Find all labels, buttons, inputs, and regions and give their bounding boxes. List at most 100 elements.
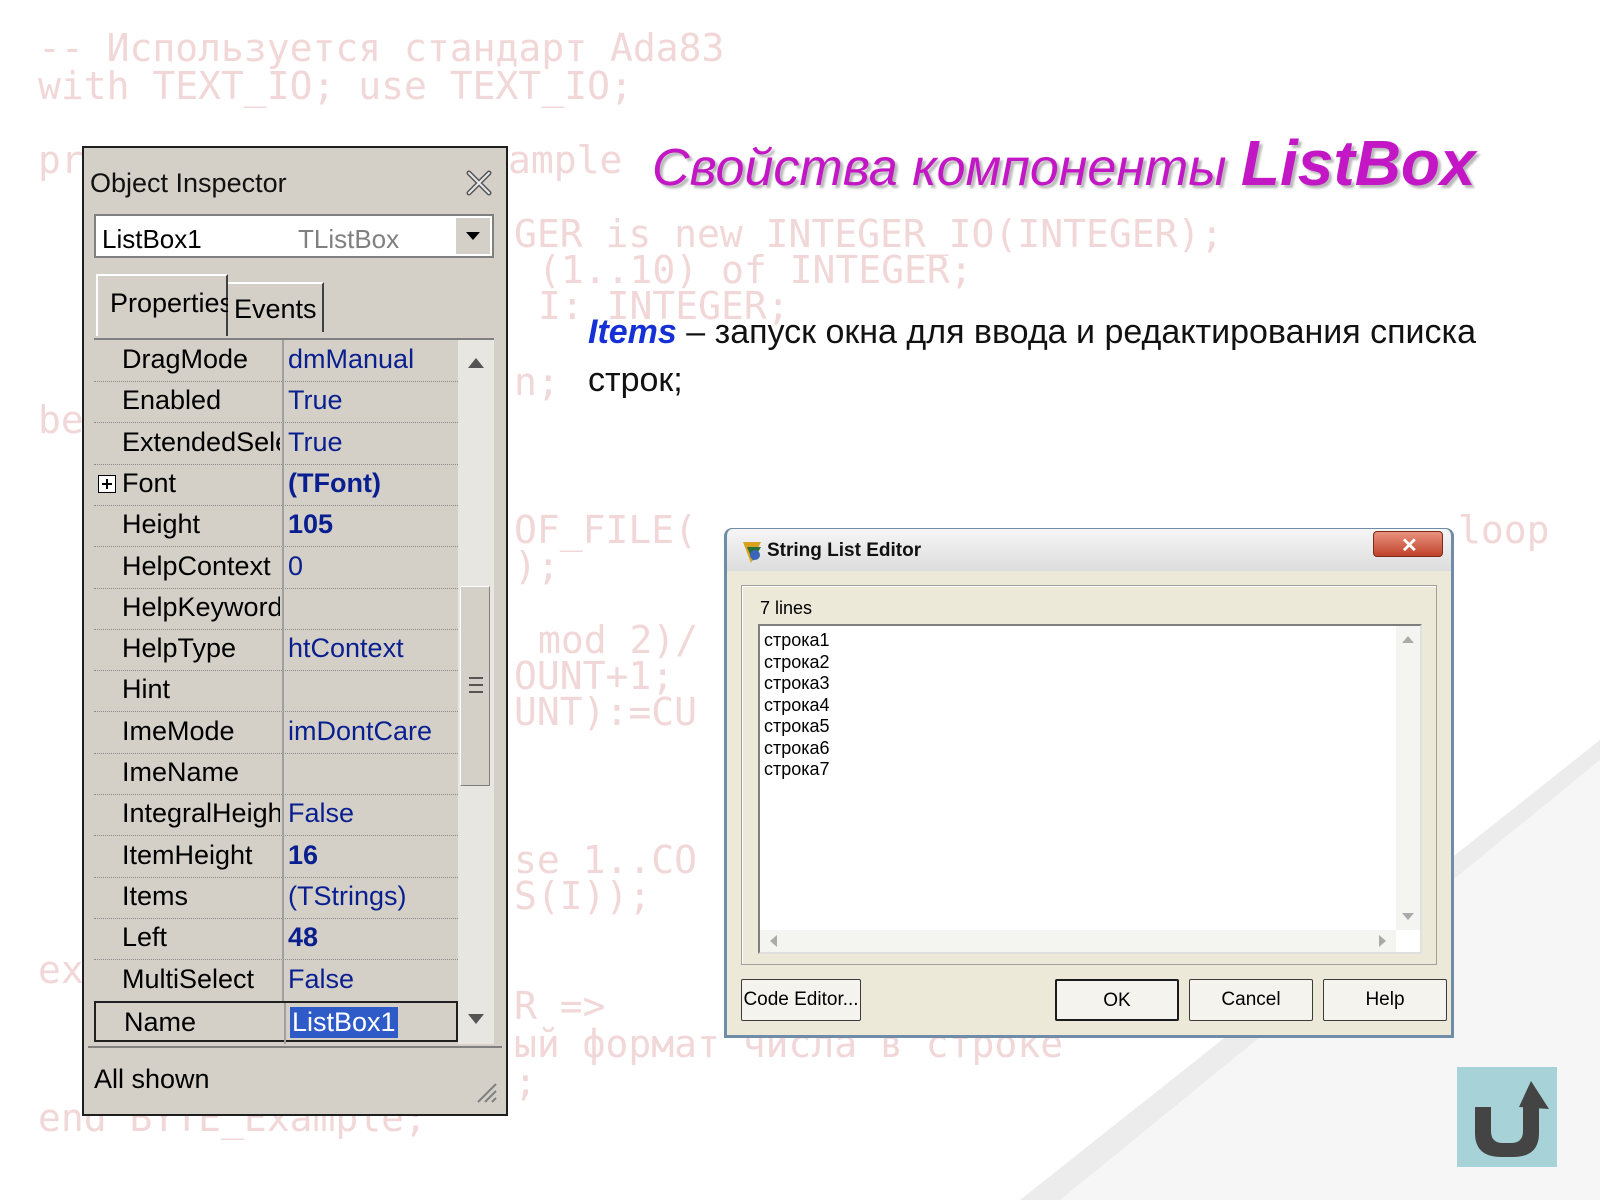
vertical-scrollbar[interactable] [1396, 626, 1420, 930]
property-row[interactable]: Enabled True [94, 381, 458, 424]
code-line: ample [508, 138, 623, 182]
list-item: строка1 [764, 630, 830, 650]
property-value[interactable]: imDontCare [288, 716, 432, 747]
description-text: – запуск окна для ввода и редактирования… [588, 313, 1477, 399]
slide-description: Items – запуск окна для ввода и редактир… [588, 308, 1528, 404]
column-divider [282, 546, 284, 588]
cancel-button[interactable]: Cancel [1189, 979, 1313, 1021]
property-row[interactable]: IntegralHeight False [94, 794, 458, 837]
status-text: All shown [94, 1064, 210, 1094]
code-line: OUNT+1; [514, 654, 675, 698]
resize-grip-icon[interactable] [472, 1078, 498, 1104]
dialog-title: String List Editor [767, 540, 922, 561]
lines-editor[interactable]: строка1 строка2 строка3 строка4 строка5 строк… [758, 624, 1422, 954]
property-name: Items [122, 880, 189, 911]
code-line: ; [514, 1060, 537, 1104]
dropdown-button[interactable] [455, 218, 490, 254]
column-divider [282, 959, 284, 1001]
close-button[interactable]: ✕ [1373, 531, 1443, 557]
column-divider [282, 629, 284, 671]
property-value[interactable]: 16 [288, 840, 318, 871]
property-row[interactable]: ImeName [94, 753, 458, 795]
status-bar: All shown [88, 1046, 502, 1110]
expand-icon[interactable] [98, 474, 116, 493]
property-value[interactable]: (TStrings) [288, 881, 407, 912]
title-prefix: Свойства компоненты [652, 139, 1227, 197]
code-line: -- Используется стандарт Ada83 [38, 26, 725, 70]
horizontal-scrollbar[interactable] [760, 930, 1396, 952]
property-row[interactable]: MultiSelect False [94, 959, 458, 1002]
property-row[interactable]: Name ListBox1 [94, 1000, 458, 1044]
component-selector[interactable]: ListBox1 TListBox [94, 214, 494, 258]
property-value[interactable]: 105 [288, 509, 333, 540]
property-row[interactable]: ExtendedSelect True [94, 422, 458, 465]
scroll-down-icon[interactable] [1402, 913, 1414, 920]
property-value[interactable]: True [288, 427, 343, 458]
object-inspector-window: Object Inspector ListBox1 TListBox Prope… [82, 146, 508, 1116]
property-value[interactable]: ListBox1 [290, 1006, 398, 1038]
property-value[interactable]: dmManual [288, 344, 414, 375]
property-value[interactable]: 0 [288, 551, 303, 582]
dialog-titlebar[interactable]: String List Editor ✕ [727, 529, 1451, 571]
property-row[interactable]: Height 105 [94, 505, 458, 548]
scroll-left-icon[interactable] [770, 935, 777, 947]
property-value[interactable]: htContext [288, 633, 404, 664]
property-row[interactable]: HelpKeyword [94, 587, 458, 630]
column-divider [282, 794, 284, 836]
property-value[interactable]: True [288, 385, 343, 416]
object-inspector-titlebar[interactable]: Object Inspector [84, 148, 506, 210]
property-name: Height [122, 509, 201, 540]
code-line: UNT):=CU [514, 690, 698, 734]
ok-button[interactable]: OK [1055, 979, 1179, 1021]
code-editor-button[interactable]: Code Editor... [741, 979, 861, 1021]
property-row[interactable]: Left 48 [94, 918, 458, 961]
code-line: GER is new INTEGER_IO(INTEGER); [514, 212, 1224, 256]
column-divider [282, 463, 284, 505]
scroll-right-icon[interactable] [1379, 935, 1386, 947]
back-button[interactable] [1457, 1067, 1557, 1167]
description-keyword: Items [588, 313, 677, 351]
property-row[interactable]: Items (TStrings) [94, 876, 458, 919]
vertical-scrollbar[interactable] [458, 340, 494, 1044]
property-value[interactable]: (TFont) [288, 468, 381, 499]
scroll-up-icon[interactable] [468, 358, 484, 368]
tab-events[interactable]: Events [228, 282, 324, 332]
code-line: pr [38, 138, 84, 182]
property-row[interactable]: Font (TFont) [94, 463, 458, 506]
property-name: ImeMode [122, 715, 235, 746]
list-item: строка4 [764, 694, 830, 715]
property-name: DragMode [122, 344, 249, 374]
close-icon[interactable] [464, 168, 494, 198]
scroll-thumb[interactable] [460, 586, 490, 786]
code-line: S(I)); [514, 874, 652, 918]
property-value[interactable]: False [288, 798, 354, 829]
chevron-down-icon [466, 232, 480, 240]
property-row[interactable]: DragMode dmManual [94, 340, 458, 382]
scroll-up-icon[interactable] [1402, 636, 1414, 643]
tab-properties[interactable]: Properties [96, 274, 233, 336]
property-name: HelpType [122, 633, 237, 664]
list-item: строка2 [764, 651, 830, 672]
property-name: Hint [122, 674, 171, 705]
code-line: OF_FILE( [514, 508, 698, 552]
property-name: Name [124, 1006, 197, 1037]
property-name: Enabled [122, 385, 222, 416]
column-divider [282, 505, 284, 547]
scroll-down-icon[interactable] [468, 1014, 484, 1024]
column-divider [282, 422, 284, 464]
property-name: MultiSelect [122, 963, 255, 994]
help-button[interactable]: Help [1323, 979, 1447, 1021]
code-line: n; [514, 360, 560, 404]
code-line: ex [38, 948, 84, 992]
code-line: be [38, 398, 84, 442]
code-line: R => [514, 984, 606, 1028]
property-row[interactable]: ItemHeight 16 [94, 835, 458, 878]
column-divider [282, 711, 284, 753]
property-row[interactable]: Hint [94, 670, 458, 713]
property-value[interactable]: False [288, 964, 354, 995]
property-row[interactable]: HelpType htContext [94, 629, 458, 672]
property-row[interactable]: ImeMode imDontCare [94, 711, 458, 754]
property-name: Font [122, 467, 177, 498]
property-value[interactable]: 48 [288, 922, 318, 953]
property-row[interactable]: HelpContext 0 [94, 546, 458, 589]
